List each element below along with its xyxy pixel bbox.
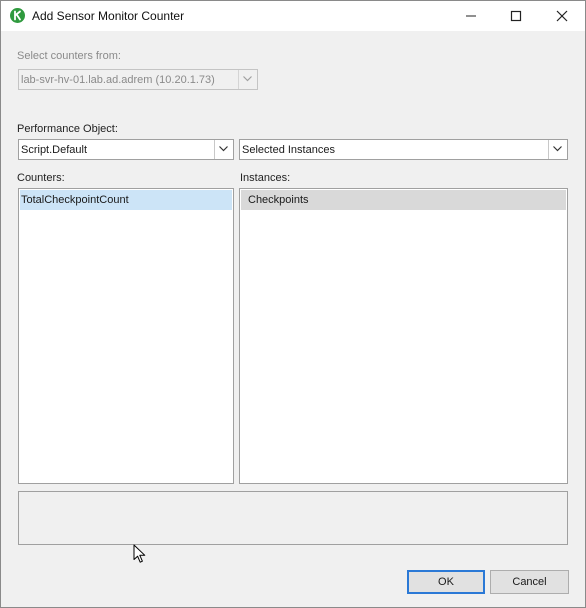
close-icon <box>556 10 568 22</box>
counters-list[interactable]: TotalCheckpointCount <box>18 188 234 484</box>
chevron-down-icon <box>553 146 562 152</box>
instance-item-checkpoints[interactable]: Checkpoints <box>241 190 566 210</box>
cancel-button[interactable]: Cancel <box>490 570 569 594</box>
instances-label: Instances: <box>240 172 291 184</box>
ok-button[interactable]: OK <box>407 570 485 594</box>
close-button[interactable] <box>539 1 585 31</box>
window-title: Add Sensor Monitor Counter <box>32 9 185 23</box>
instance-filter-value: Selected Instances <box>242 144 335 156</box>
mouse-pointer-icon <box>133 544 146 563</box>
title-bar[interactable]: Add Sensor Monitor Counter <box>1 1 585 31</box>
instance-filter-combo[interactable]: Selected Instances <box>239 139 568 160</box>
counters-label: Counters: <box>17 172 65 184</box>
app-logo-icon <box>10 8 25 23</box>
performance-object-dropdown-arrow[interactable] <box>214 140 233 159</box>
counter-description-box <box>18 491 568 545</box>
performance-object-combo[interactable]: Script.Default <box>18 139 234 160</box>
counter-item-label: TotalCheckpointCount <box>21 194 129 206</box>
instance-item-label: Checkpoints <box>248 194 309 206</box>
chevron-down-icon <box>243 76 252 82</box>
instances-list[interactable]: Checkpoints <box>239 188 568 484</box>
maximize-icon <box>510 10 522 22</box>
cancel-button-label: Cancel <box>512 576 547 588</box>
source-label: Select counters from: <box>17 50 121 62</box>
source-value: lab-svr-hv-01.lab.ad.adrem (10.20.1.73) <box>21 74 215 86</box>
source-combo: lab-svr-hv-01.lab.ad.adrem (10.20.1.73) <box>18 69 258 90</box>
maximize-button[interactable] <box>493 1 539 31</box>
performance-object-value: Script.Default <box>21 144 88 156</box>
counter-item-totalcheckpointcount[interactable]: TotalCheckpointCount <box>20 190 232 210</box>
source-dropdown-arrow <box>238 70 257 89</box>
instance-filter-dropdown-arrow[interactable] <box>548 140 567 159</box>
minimize-button[interactable] <box>448 1 494 31</box>
minimize-icon <box>466 15 476 17</box>
performance-object-label: Performance Object: <box>17 123 118 135</box>
chevron-down-icon <box>219 146 228 152</box>
dialog-window: Add Sensor Monitor Counter Select counte… <box>0 0 586 608</box>
ok-button-label: OK <box>438 576 454 588</box>
